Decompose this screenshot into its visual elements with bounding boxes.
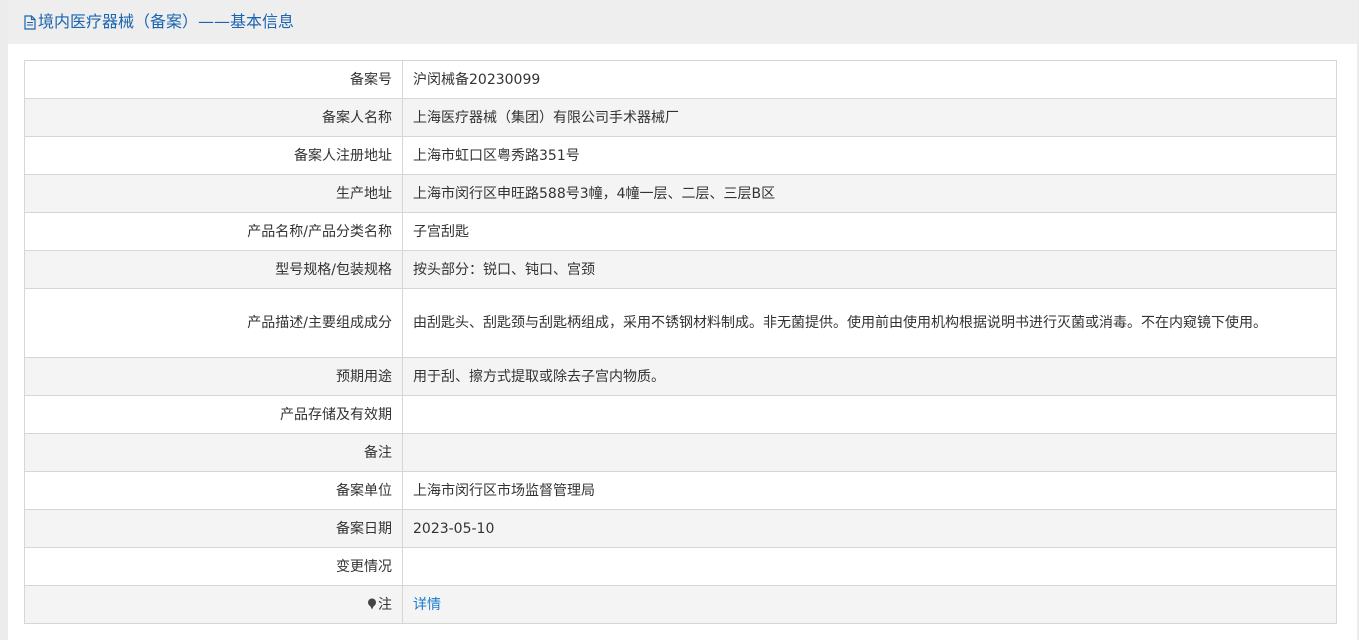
row-value: 上海市闵行区市场监督管理局 <box>402 471 1337 510</box>
table-row: 生产地址 上海市闵行区申旺路588号3幢，4幢一层、二层、三层B区 <box>24 174 1337 213</box>
panel-header: 境内医疗器械（备案）——基本信息 <box>8 0 1357 44</box>
table-row: 型号规格/包装规格 按头部分：锐口、钝口、宫颈 <box>24 250 1337 289</box>
row-value <box>402 547 1337 586</box>
row-value: 上海市闵行区申旺路588号3幢，4幢一层、二层、三层B区 <box>402 174 1337 213</box>
row-value <box>402 395 1337 434</box>
info-table: 备案号 沪闵械备20230099 备案人名称 上海医疗器械（集团）有限公司手术器… <box>24 60 1337 624</box>
row-value: 按头部分：锐口、钝口、宫颈 <box>402 250 1337 289</box>
row-value <box>402 433 1337 472</box>
table-row: 备案号 沪闵械备20230099 <box>24 60 1337 99</box>
table-row: 备案人名称 上海医疗器械（集团）有限公司手术器械厂 <box>24 98 1337 137</box>
pin-icon <box>367 593 377 609</box>
row-label: 型号规格/包装规格 <box>24 250 403 289</box>
table-row: 备案单位 上海市闵行区市场监督管理局 <box>24 471 1337 510</box>
row-label: 预期用途 <box>24 357 403 396</box>
row-value: 上海医疗器械（集团）有限公司手术器械厂 <box>402 98 1337 137</box>
row-label: 产品存储及有效期 <box>24 395 403 434</box>
row-label: 备案号 <box>24 60 403 99</box>
row-label: 产品名称/产品分类名称 <box>24 212 403 251</box>
panel-body: 备案号 沪闵械备20230099 备案人名称 上海医疗器械（集团）有限公司手术器… <box>8 44 1357 624</box>
row-label: 产品描述/主要组成成分 <box>24 288 403 358</box>
row-value: 由刮匙头、刮匙颈与刮匙柄组成，采用不锈钢材料制成。非无菌提供。使用前由使用机构根… <box>402 288 1337 358</box>
row-value: 用于刮、擦方式提取或除去子宫内物质。 <box>402 357 1337 396</box>
row-value: 上海市虹口区粤秀路351号 <box>402 136 1337 175</box>
document-icon <box>24 14 36 30</box>
table-row: 预期用途 用于刮、擦方式提取或除去子宫内物质。 <box>24 357 1337 396</box>
row-value: 子宫刮匙 <box>402 212 1337 251</box>
info-panel: 境内医疗器械（备案）——基本信息 备案号 沪闵械备20230099 备案人名称 … <box>8 0 1357 640</box>
table-row: 备案日期 2023-05-10 <box>24 509 1337 548</box>
row-label: 生产地址 <box>24 174 403 213</box>
row-label: 变更情况 <box>24 547 403 586</box>
row-value: 2023-05-10 <box>402 509 1337 548</box>
page-title: 境内医疗器械（备案）——基本信息 <box>38 12 295 31</box>
row-label: 备案人注册地址 <box>24 136 403 175</box>
table-row: 备注 <box>24 433 1337 472</box>
row-label: 注 <box>378 596 392 613</box>
row-label: 备案人名称 <box>24 98 403 137</box>
table-row: 注 详情 <box>24 585 1337 624</box>
table-row: 变更情况 <box>24 547 1337 586</box>
table-row: 产品名称/产品分类名称 子宫刮匙 <box>24 212 1337 251</box>
table-row: 产品描述/主要组成成分 由刮匙头、刮匙颈与刮匙柄组成，采用不锈钢材料制成。非无菌… <box>24 288 1337 358</box>
table-row: 产品存储及有效期 <box>24 395 1337 434</box>
table-row: 备案人注册地址 上海市虹口区粤秀路351号 <box>24 136 1337 175</box>
row-value: 详情 <box>402 585 1337 624</box>
row-label: 备注 <box>24 433 403 472</box>
row-value: 沪闵械备20230099 <box>402 60 1337 99</box>
row-label: 备案日期 <box>24 509 403 548</box>
row-label: 备案单位 <box>24 471 403 510</box>
note-label-cell: 注 <box>24 585 403 624</box>
details-link[interactable]: 详情 <box>413 597 441 613</box>
